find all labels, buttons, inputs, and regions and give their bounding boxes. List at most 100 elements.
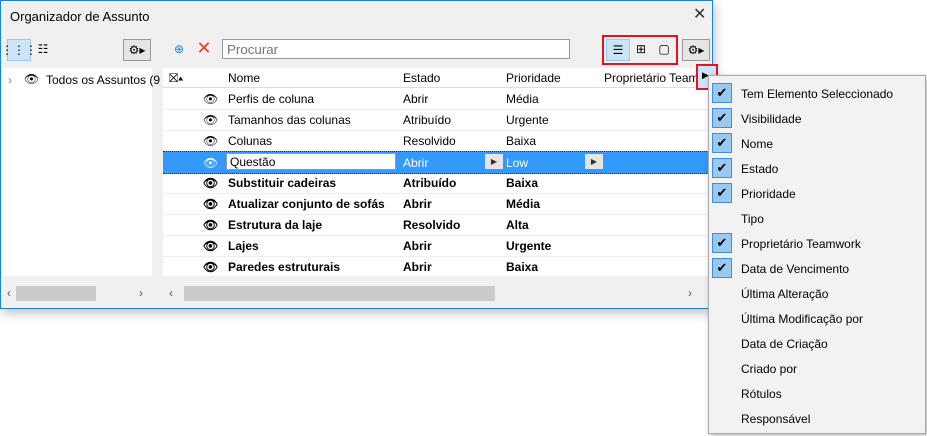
eye-icon[interactable]: 👁 [203,239,218,253]
table-row[interactable]: 👁 Colunas Resolvido Baixa [163,130,709,152]
eye-icon[interactable]: 👁 [203,92,218,106]
cell-estado: Abrir [403,197,432,211]
cell-estado: Resolvido [403,134,456,148]
cell-nome: Estrutura da laje [228,218,323,232]
menu-item-label: Criado por [741,362,798,376]
column-header-nome[interactable]: Nome [228,71,260,85]
cell-estado: Abrir [403,239,432,253]
cell-prioridade: Baixa [506,176,539,190]
table-row[interactable]: 👁 Perfis de coluna Abrir Média [163,88,709,110]
settings-gear-icon[interactable]: ⚙▸ [682,39,710,61]
cell-nome: Paredes estruturais [228,260,341,274]
table-row[interactable]: 👁 Atualizar conjunto de sofás Abrir Média [163,193,709,215]
menu-item[interactable]: Criado por [709,356,925,381]
menu-item[interactable]: ✔ Estado [709,156,925,181]
cell-prioridade: Low [506,156,529,170]
cell-estado: Resolvido [403,218,461,232]
table-row[interactable]: 👁 Questão Abrir Low ▶ ▶ [163,151,709,174]
checkmark-icon: ✔ [712,133,732,153]
checkmark-icon: ✔ [712,183,732,203]
scroll-right-arrow[interactable]: › [139,286,143,300]
table-scrollbar-thumb[interactable] [184,286,495,301]
eye-icon[interactable]: 👁 [203,260,218,274]
list-view-icon[interactable]: ☰ [606,39,630,61]
chevron-right-icon[interactable]: › [8,73,12,87]
right-panel: ⊕ ✕ ☰ ⊞ ▢ ⚙▸ ⛝▴ Nome Estado Prioridade P… [163,32,718,308]
scroll-left-arrow[interactable]: ‹ [169,286,173,300]
search-input[interactable] [222,39,570,59]
checkmark-icon: ✔ [712,108,732,128]
menu-item-label: Proprietário Teamwork [741,237,861,251]
window-title: Organizador de Assunto [10,9,150,24]
single-view-icon[interactable]: ▢ [653,39,675,59]
checkmark-icon: ✔ [712,233,732,253]
cell-nome: Perfis de coluna [228,92,315,106]
menu-item[interactable]: ✔ Prioridade [709,181,925,206]
close-button[interactable]: ✕ [693,4,706,24]
menu-item[interactable]: ✔ Tem Elemento Seleccionado [709,81,925,106]
settings-gear-icon[interactable]: ⚙▸ [123,39,151,61]
tree-item-all-issues[interactable]: Todos os Assuntos (9 [46,73,160,87]
eye-icon[interactable]: 👁 [203,134,218,148]
menu-item[interactable]: ✔ Data de Vencimento [709,256,925,281]
table-row[interactable]: 👁 Estrutura da laje Resolvido Alta [163,214,709,236]
table-row[interactable]: 👁 Substituir cadeiras Atribuído Baixa [163,172,709,194]
delete-icon[interactable]: ✕ [193,38,215,58]
menu-item[interactable]: Responsável [709,406,925,431]
tile-view-icon[interactable]: ⊞ [630,39,652,59]
checkmark-icon: ✔ [712,258,732,278]
menu-item[interactable]: Rótulos [709,381,925,406]
eye-icon[interactable]: 👁 [203,176,218,190]
cell-nome: Substituir cadeiras [228,176,337,190]
left-panel: ⋮⋮⋮ ☷ ⚙▸ › 👁 Todos os Assuntos (9 ‹ › [1,32,160,308]
column-header-prioridade[interactable]: Prioridade [506,71,561,85]
eye-icon[interactable]: 👁 [203,197,218,211]
eye-icon[interactable]: 👁 [203,218,218,232]
menu-item-label: Responsável [741,412,811,426]
menu-item-label: Rótulos [741,387,782,401]
checkmark-icon: ✔ [712,158,732,178]
tree-view: › 👁 Todos os Assuntos (9 [2,68,160,276]
table-row[interactable]: 👁 Lajes Abrir Urgente [163,235,709,257]
menu-item-label: Última Alteração [741,287,829,301]
scroll-right-arrow[interactable]: › [688,286,692,300]
menu-item[interactable]: ✔ Nome [709,131,925,156]
cell-estado: Abrir [403,92,429,106]
name-edit-field[interactable]: Questão [226,153,396,170]
menu-item[interactable]: ✔ Proprietário Teamwork [709,231,925,256]
cell-prioridade: Média [506,92,539,106]
eye-icon[interactable]: 👁 [24,72,39,86]
menu-item[interactable]: Data de Criação [709,331,925,356]
menu-item-label: Prioridade [741,187,796,201]
sort-icon[interactable]: ⛝▴ [169,71,183,86]
prioridade-dropdown-button[interactable]: ▶ [585,154,603,169]
menu-item[interactable]: Última Modificação por [709,306,925,331]
left-scrollbar-thumb[interactable] [16,286,96,301]
table-row[interactable]: 👁 Tamanhos das colunas Atribuído Urgente [163,109,709,131]
menu-item-label: Visibilidade [741,112,802,126]
issue-organizer-window: Organizador de Assunto ✕ ⋮⋮⋮ ☷ ⚙▸ › 👁 To… [0,0,718,309]
column-header-proprietario[interactable]: Proprietário Teamw [604,71,699,85]
list-tree-view-icon[interactable]: ☷ [32,39,54,59]
cell-prioridade: Média [506,197,541,211]
scroll-left-arrow[interactable]: ‹ [7,286,11,300]
menu-item-label: Tipo [741,212,764,226]
grid-view-icon[interactable]: ⋮⋮⋮ [1,39,37,61]
menu-item[interactable]: ✔ Visibilidade [709,106,925,131]
menu-item-label: Última Modificação por [741,312,864,326]
table-row[interactable]: 👁 Paredes estruturais Abrir Baixa [163,256,709,278]
eye-icon[interactable]: 👁 [203,113,218,127]
menu-item[interactable]: Tipo [709,206,925,231]
cell-estado: Abrir [403,156,429,170]
menu-item-label: Data de Criação [741,337,828,351]
estado-dropdown-button[interactable]: ▶ [485,154,503,169]
new-issue-icon[interactable]: ⊕ [168,39,190,59]
menu-item[interactable]: Última Alteração [709,281,925,306]
eye-icon[interactable]: 👁 [203,156,218,170]
menu-item-label: Nome [741,137,774,151]
column-header-estado[interactable]: Estado [403,71,440,85]
menu-item-label: Estado [741,162,779,176]
cell-prioridade: Urgente [506,113,549,127]
issues-table: ⛝▴ Nome Estado Prioridade Proprietário T… [163,64,718,278]
cell-nome: Lajes [228,239,259,253]
